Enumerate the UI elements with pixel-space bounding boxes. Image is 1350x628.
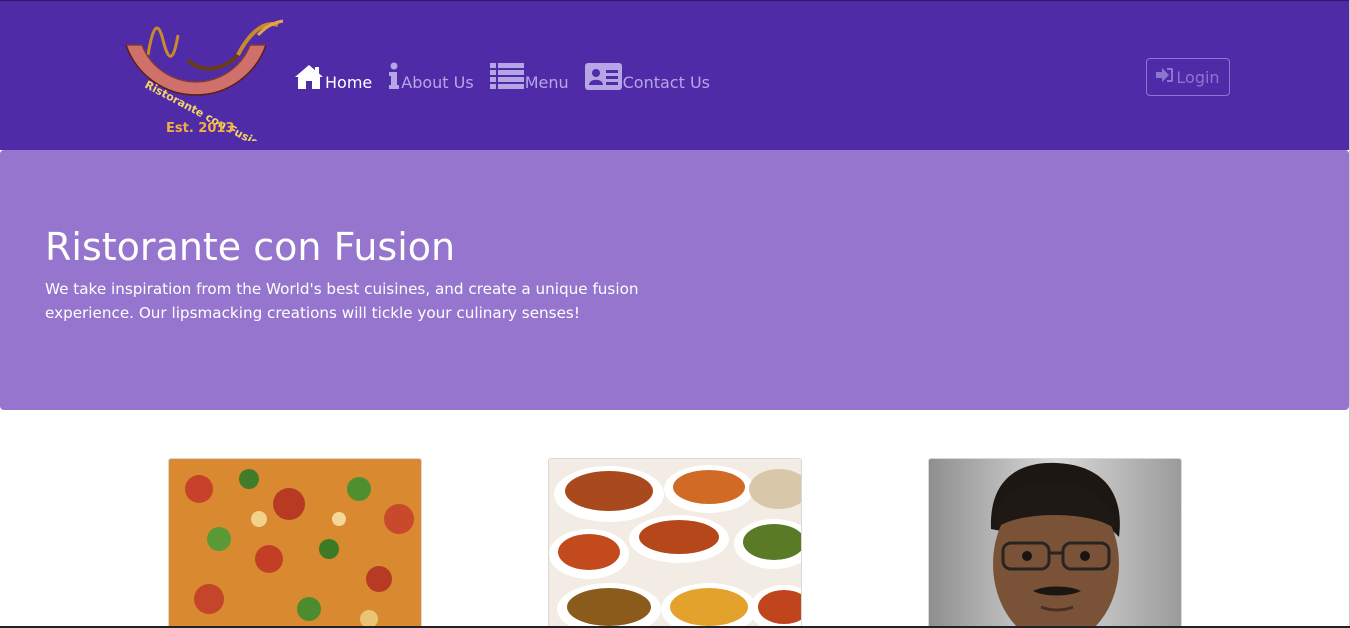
jumbotron-text-line-2: experience. Our lipsmacking creations wi… [45,304,580,322]
nav-label-menu: Menu [524,73,569,92]
nav-item-about[interactable]: About Us [388,62,474,93]
info-icon [388,62,400,93]
page-title: Ristorante con Fusion [45,225,456,269]
nav-label-about: About Us [401,73,474,92]
restaurant-logo[interactable]: Ristorante con Fusion Est. 2013 [118,15,288,153]
chef-portrait-photo [929,459,1181,627]
buffet-dishes-photo [549,459,801,627]
navbar: Ristorante con Fusion Est. 2013 Home Abo… [0,0,1350,153]
dish-card-buffet[interactable] [548,458,802,628]
jumbotron-text-line-1: We take inspiration from the World's bes… [45,280,639,298]
home-icon [294,64,324,93]
nav-item-contact[interactable]: Contact Us [584,62,711,93]
chef-card[interactable] [928,458,1182,628]
nav-item-home[interactable]: Home [294,64,372,93]
logo-est-text: Est. 2013 [166,121,234,136]
dish-card-pizza[interactable] [168,458,422,628]
sign-in-icon [1156,67,1176,87]
nav-label-contact: Contact Us [622,73,711,92]
jumbotron-description: We take inspiration from the World's bes… [45,277,645,325]
login-button[interactable]: Login [1146,58,1230,96]
list-icon [489,62,524,93]
nav-label-home: Home [325,73,373,92]
login-label: Login [1176,67,1220,87]
address-card-icon [584,62,622,93]
nav-links: Home About Us Menu Contact Us [294,59,726,93]
pizza-photo [169,459,421,627]
nav-item-menu[interactable]: Menu [489,62,569,93]
